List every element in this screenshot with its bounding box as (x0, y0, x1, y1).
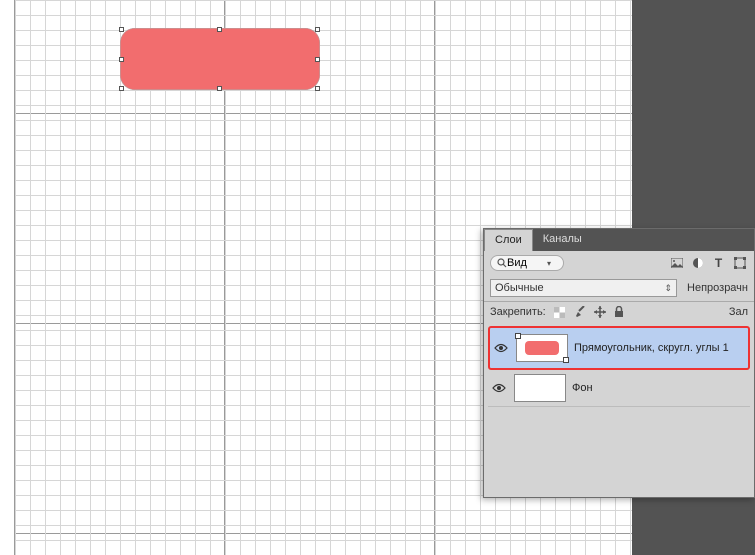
lock-transparency-icon[interactable] (554, 307, 568, 318)
chevron-down-icon: ▾ (547, 259, 551, 268)
selection-handle[interactable] (217, 86, 222, 91)
filter-shape-icon[interactable] (731, 256, 748, 271)
layer-name: Прямоугольник, скругл. углы 1 (574, 342, 729, 354)
chevron-updown-icon: ⇕ (664, 283, 672, 294)
layer-row-selected[interactable]: Прямоугольник, скругл. углы 1 (488, 326, 750, 370)
lock-icons (554, 306, 628, 318)
selection-handle[interactable] (315, 27, 320, 32)
lock-label: Закрепить: (490, 306, 546, 318)
blend-mode-select[interactable]: Обычные ⇕ (490, 279, 677, 297)
blend-row: Обычные ⇕ Непрозрачн (484, 275, 754, 301)
opacity-label: Непрозрачн (687, 282, 748, 294)
lock-row: Закрепить: Зал (484, 302, 754, 322)
selection-handle[interactable] (119, 27, 124, 32)
filter-adjustment-icon[interactable] (689, 256, 706, 271)
selection-handle[interactable] (315, 86, 320, 91)
layer-thumbnail[interactable] (516, 334, 568, 362)
lock-all-icon[interactable] (614, 306, 628, 318)
visibility-toggle[interactable] (492, 383, 508, 393)
lock-paint-icon[interactable] (574, 306, 588, 318)
canvas-margin (0, 0, 15, 555)
visibility-toggle[interactable] (494, 343, 510, 353)
filter-row: ▾ T (484, 251, 754, 275)
selection-handle[interactable] (119, 57, 124, 62)
search-icon (497, 258, 507, 268)
tab-channels[interactable]: Каналы (533, 229, 592, 251)
selection-handle[interactable] (315, 57, 320, 62)
layer-filter[interactable]: ▾ (490, 255, 564, 271)
rounded-rectangle-shape[interactable] (120, 28, 320, 90)
filter-text-icon[interactable]: T (710, 256, 727, 271)
layer-name: Фон (572, 382, 593, 394)
tab-layers[interactable]: Слои (484, 229, 533, 251)
layers-list: Прямоугольник, скругл. углы 1 Фон (484, 322, 754, 411)
layers-panel: Слои Каналы ▾ T Обычные ⇕ Непрозрачн Зак… (483, 228, 755, 498)
selection-handle[interactable] (217, 27, 222, 32)
layer-thumbnail[interactable] (514, 374, 566, 402)
filter-input[interactable] (507, 257, 547, 269)
lock-position-icon[interactable] (594, 306, 608, 318)
panel-tabs: Слои Каналы (484, 229, 754, 251)
blend-mode-value: Обычные (495, 282, 544, 294)
selection-handle[interactable] (119, 86, 124, 91)
fill-label: Зал (729, 306, 748, 318)
thumbnail-shape (525, 341, 559, 355)
filter-image-icon[interactable] (668, 256, 685, 271)
layer-row[interactable]: Фон (488, 370, 750, 407)
